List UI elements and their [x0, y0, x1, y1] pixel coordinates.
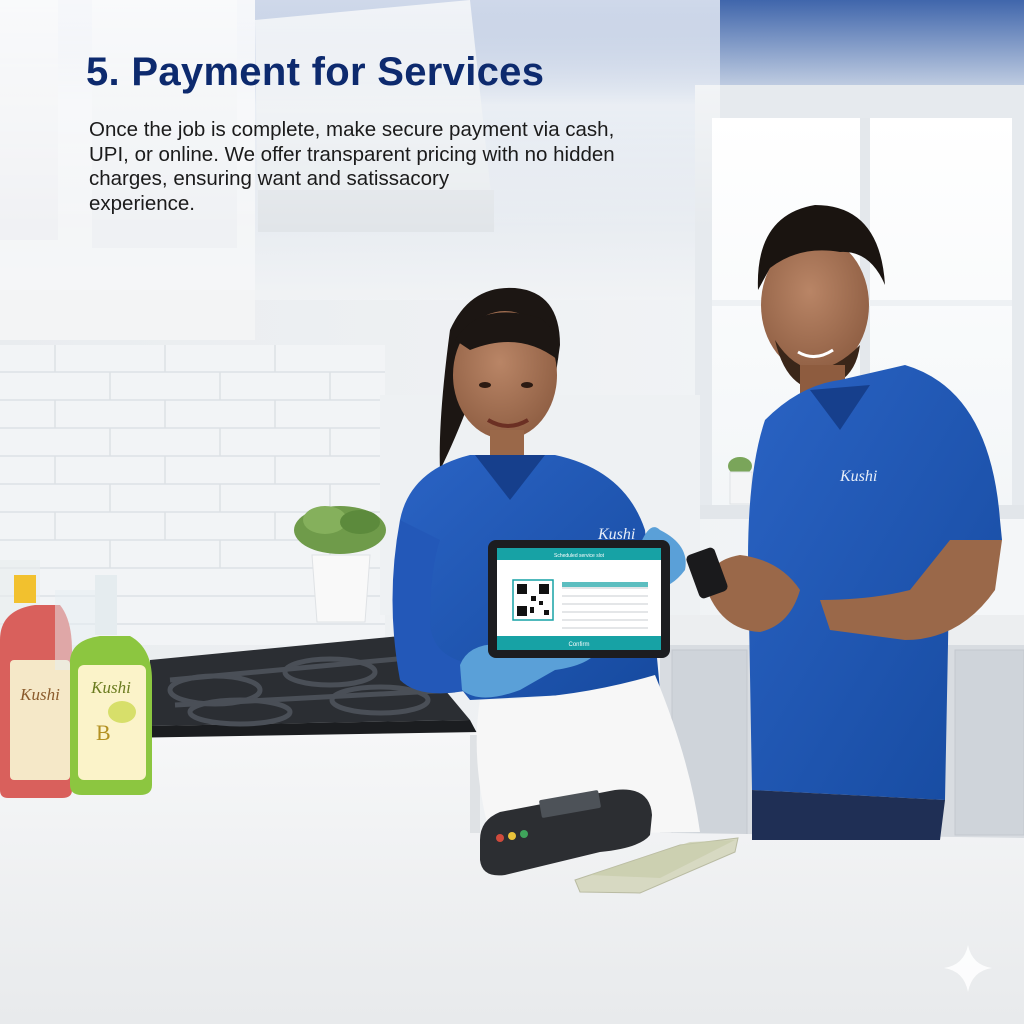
- window-plant: [728, 457, 753, 505]
- qr-code-icon: [512, 579, 554, 621]
- bottle-label-letter: B: [96, 720, 111, 745]
- payment-tablet: Scheduled service slot Confirm: [488, 540, 670, 658]
- page-title: 5. Payment for Services: [86, 50, 545, 94]
- man-shirt-logo: Kushi: [839, 468, 877, 485]
- description: Once the job is complete, make secure pa…: [89, 118, 709, 216]
- description-line-4: experience.: [89, 191, 195, 215]
- description-line-3: charges, ensuring want and satissacory: [89, 167, 450, 190]
- description-line-1: Once the job is complete, make secure pa…: [89, 118, 615, 141]
- bottle-logo-2: Kushi: [90, 678, 131, 697]
- tablet-footer: Confirm: [568, 642, 589, 648]
- bottle-logo-1: Kushi: [19, 685, 60, 704]
- description-line-2: UPI, or online. We offer transparent pri…: [89, 142, 615, 166]
- tablet-header: Scheduled service slot: [554, 553, 605, 559]
